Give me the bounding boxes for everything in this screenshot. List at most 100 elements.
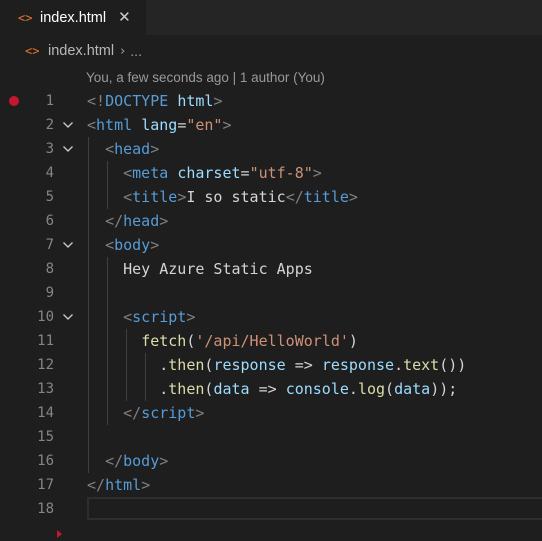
code-token: <! [87,92,106,110]
code-line[interactable]: 17 </html> [0,473,542,497]
line-number: 11 [37,333,54,349]
code-token: meta [132,164,169,182]
code-text: <head> [87,137,159,161]
line-number: 13 [37,381,54,397]
code-line[interactable]: 8 Hey Azure Static Apps [0,257,542,281]
code-line[interactable]: 12 .then(response => response.text()) [0,353,542,377]
chevron-right-icon: › [120,43,126,59]
code-token: > [150,140,160,158]
line-number: 5 [45,189,54,205]
chevron-down-icon[interactable] [62,312,74,322]
breadcrumb: <> index.html › ... [0,35,542,67]
line-number: 6 [45,213,54,229]
code-token: ( [385,380,395,398]
code-token: lang [141,116,178,134]
code-line[interactable]: 18 [0,497,542,521]
line-number: 14 [37,405,54,421]
code-token: < [87,116,97,134]
code-line[interactable]: 10 <script> [0,305,542,329]
code-token: . [348,380,358,398]
code-text: <title>I so static</title> [87,185,358,209]
code-token: < [123,308,133,326]
code-token: DOCTYPE [105,92,169,110]
code-text: </head> [87,209,168,233]
code-token: fetch [141,332,187,350]
code-line[interactable]: 13 .then(data => console.log(data)); [0,377,542,401]
code-token: </ [105,212,124,230]
chevron-down-icon[interactable] [62,240,74,250]
code-token: text [403,356,440,374]
code-token: > [159,452,169,470]
code-token: I so static [186,188,286,206]
code-text: </body> [87,449,168,473]
code-token: </ [123,404,142,422]
code-line[interactable]: 7 <body> [0,233,542,257]
close-icon[interactable]: ✕ [118,10,131,25]
code-token: script [141,404,196,422]
code-token: then [168,356,205,374]
code-token: data [213,380,250,398]
code-token: > [213,92,223,110]
breakpoint-icon[interactable] [9,96,19,106]
code-editor[interactable]: 1 <!DOCTYPE html> 2 <html lang="en"> 3 <head… [0,89,542,538]
code-token: response [213,356,286,374]
code-text: <html lang="en"> [87,113,232,137]
code-token: head [114,140,151,158]
html-file-icon: <> [18,10,33,25]
code-text: </script> [87,401,204,425]
line-number: 9 [45,285,54,301]
line-number: 15 [37,429,54,445]
code-token: > [159,212,169,230]
chevron-down-icon[interactable] [62,120,74,130]
tab-index-html[interactable]: <> index.html ✕ [0,0,146,35]
code-text: <script> [87,305,195,329]
code-line[interactable]: 9 [0,281,542,305]
git-blame-codelens[interactable]: You, a few seconds ago | 1 author (You) [86,70,325,85]
code-token: response [321,356,395,374]
code-line[interactable]: 3 <head> [0,137,542,161]
code-line[interactable]: 14 </script> [0,401,542,425]
line-number: 8 [45,261,54,277]
code-line[interactable]: 16 </body> [0,449,542,473]
code-token: => [285,356,322,374]
code-token: > [312,164,322,182]
code-token: </ [105,452,124,470]
code-line[interactable]: 15 [0,425,542,449]
html-file-icon: <> [25,44,40,58]
code-line[interactable]: 6 </head> [0,209,542,233]
code-token: < [105,236,115,254]
code-token: . [87,380,169,398]
chevron-down-icon[interactable] [62,144,74,154]
code-token: < [123,164,133,182]
code-token: title [132,188,178,206]
code-token: script [132,308,187,326]
deleted-line-marker [57,530,62,538]
code-text: <body> [87,233,159,257]
code-token: > [150,236,160,254]
code-token: > [195,404,205,422]
code-token: charset [177,164,241,182]
code-line[interactable]: 4 <meta charset="utf-8"> [0,161,542,185]
code-line[interactable]: 11 fetch('/api/HelloWorld') [0,329,542,353]
code-text: <!DOCTYPE html> [87,89,222,113]
code-token: "utf-8" [249,164,313,182]
line-number: 7 [45,237,54,253]
code-token: )); [430,380,458,398]
code-line[interactable]: 5 <title>I so static</title> [0,185,542,209]
code-token: ()) [439,356,467,374]
code-line[interactable]: 2 <html lang="en"> [0,113,542,137]
tab-bar: <> index.html ✕ [0,0,542,35]
code-token: Hey Azure Static Apps [87,260,313,278]
line-number: 10 [37,309,54,325]
breadcrumb-file[interactable]: index.html [48,43,114,59]
breadcrumb-more[interactable]: ... [130,43,142,59]
code-line[interactable]: 1 <!DOCTYPE html> [0,89,542,113]
